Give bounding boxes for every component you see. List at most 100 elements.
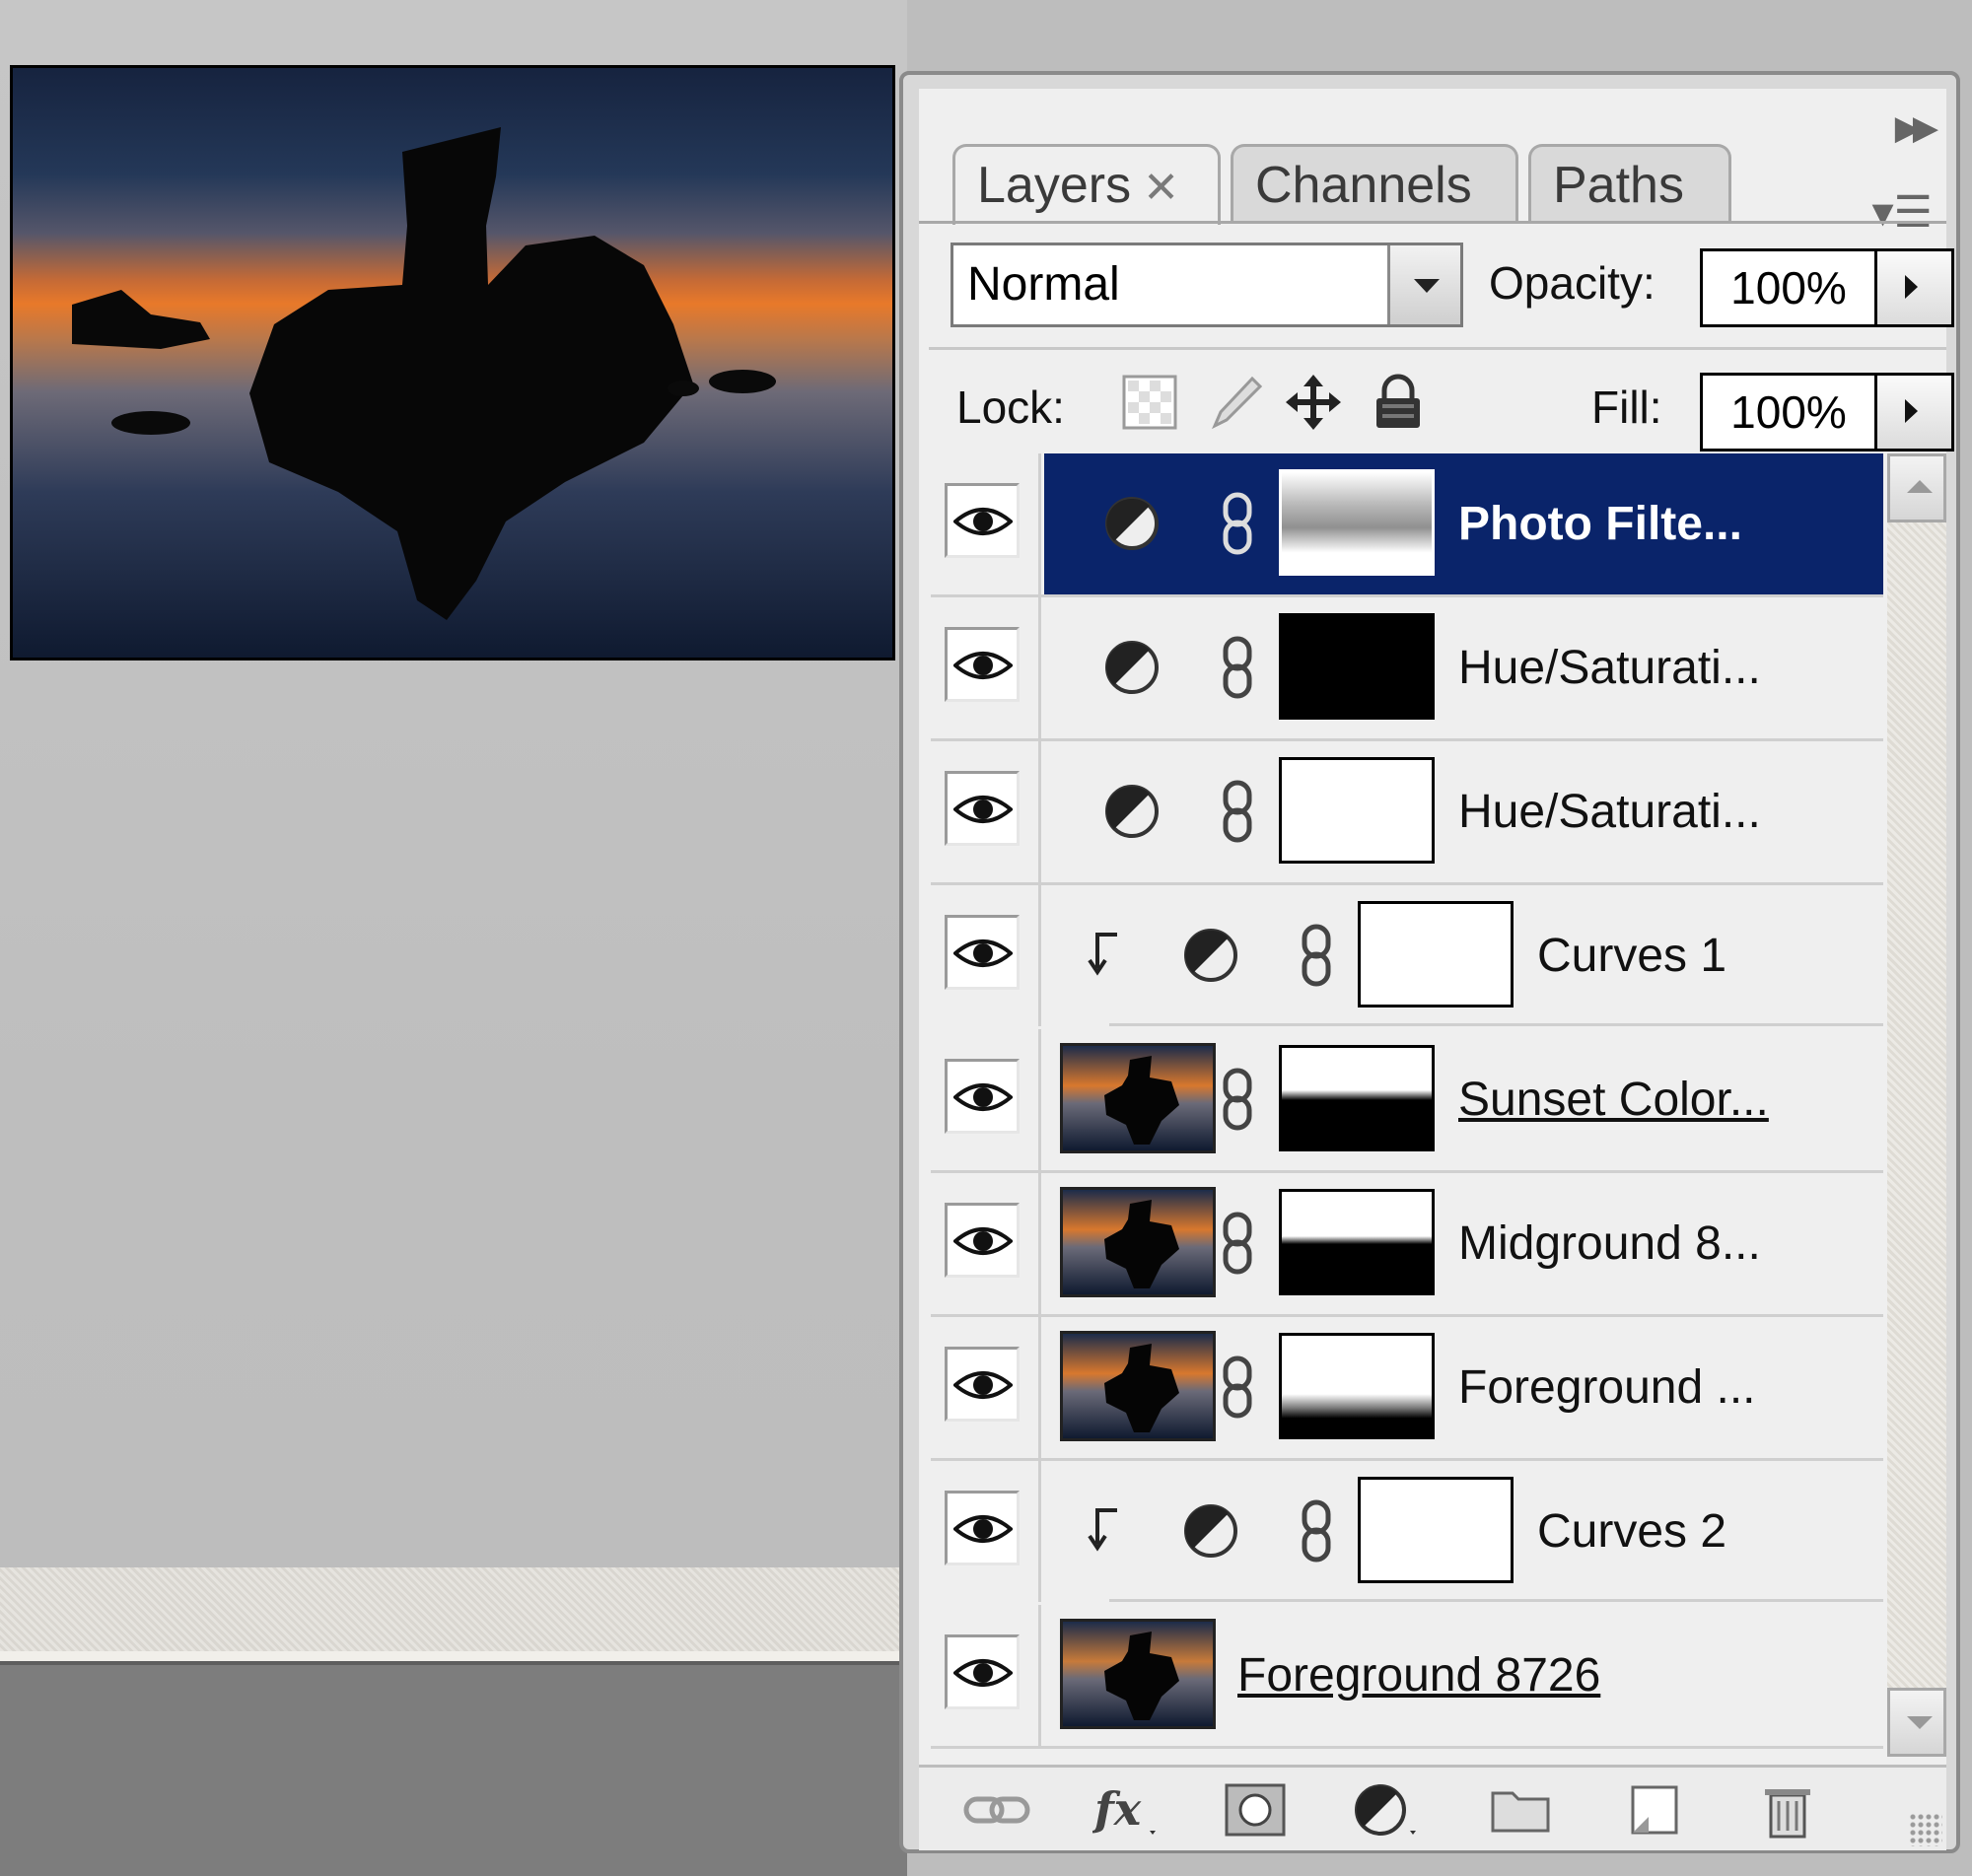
chain-link-icon[interactable] bbox=[1218, 1355, 1257, 1420]
trash-icon[interactable] bbox=[1753, 1779, 1822, 1841]
chain-link-icon[interactable] bbox=[1218, 1211, 1257, 1276]
layer-row-hue-saturation-2[interactable]: Hue/Saturati... bbox=[931, 741, 1883, 885]
eye-icon[interactable] bbox=[945, 1059, 1020, 1134]
layer-name[interactable]: Sunset Color... bbox=[1458, 1029, 1769, 1170]
eye-icon[interactable] bbox=[945, 915, 1020, 990]
layer-mask-thumbnail[interactable] bbox=[1279, 1045, 1435, 1151]
layer-row-curves-2[interactable]: Curves 2 bbox=[931, 1461, 1883, 1605]
new-adjustment-icon[interactable] bbox=[1351, 1779, 1420, 1841]
layer-name[interactable]: Photo Filte... bbox=[1458, 453, 1742, 594]
eye-icon[interactable] bbox=[945, 1491, 1020, 1565]
layer-name[interactable]: Curves 1 bbox=[1537, 885, 1726, 1026]
chain-link-icon[interactable] bbox=[1297, 923, 1336, 988]
new-group-icon[interactable] bbox=[1487, 1779, 1556, 1841]
lock-paint-icon[interactable] bbox=[1205, 373, 1264, 432]
layer-content: Hue/Saturati... bbox=[1044, 597, 1883, 738]
layer-mask-thumbnail[interactable] bbox=[1279, 757, 1435, 864]
layer-thumbnail[interactable] bbox=[1060, 1043, 1216, 1153]
chain-link-icon[interactable] bbox=[1218, 1067, 1257, 1132]
layers-panel: ▶▶ Layers ✕ Channels Paths ▾☰ Normal Opac… bbox=[899, 71, 1960, 1853]
layer-row-sunset-color[interactable]: Sunset Color... bbox=[931, 1029, 1883, 1173]
fill-label: Fill: bbox=[1591, 382, 1662, 433]
fill-slider-arrow-icon[interactable] bbox=[1877, 373, 1954, 452]
visibility-cell bbox=[931, 453, 1041, 594]
eye-icon[interactable] bbox=[945, 483, 1020, 558]
layer-name[interactable]: Foreground 8726 bbox=[1237, 1605, 1600, 1746]
link-layers-icon[interactable] bbox=[962, 1779, 1031, 1841]
layer-thumbnail[interactable] bbox=[1060, 1187, 1216, 1297]
chain-link-icon[interactable] bbox=[1218, 491, 1257, 556]
layer-content: Foreground 8726 bbox=[1044, 1605, 1883, 1746]
layer-mask-thumbnail[interactable] bbox=[1358, 901, 1514, 1007]
layer-mask-thumbnail[interactable] bbox=[1279, 1333, 1435, 1439]
layer-row-midground[interactable]: Midground 8... bbox=[931, 1173, 1883, 1317]
layer-row-photo-filter[interactable]: Photo Filte... bbox=[931, 453, 1883, 597]
layers-list: Photo Filte... Hue/Saturati... Hue/Satur… bbox=[931, 453, 1883, 1757]
layers-scrollbar[interactable] bbox=[1887, 453, 1946, 1757]
blend-mode-value: Normal bbox=[967, 258, 1120, 311]
chain-link-icon[interactable] bbox=[1297, 1498, 1336, 1563]
layer-name[interactable]: Midground 8... bbox=[1458, 1173, 1761, 1314]
scroll-up-button[interactable] bbox=[1887, 453, 1946, 522]
layer-name[interactable]: Hue/Saturati... bbox=[1458, 597, 1761, 738]
layer-name[interactable]: Foreground ... bbox=[1458, 1317, 1756, 1458]
layer-row-hue-saturation-1[interactable]: Hue/Saturati... bbox=[931, 597, 1883, 741]
status-area bbox=[0, 1661, 907, 1876]
eye-icon[interactable] bbox=[945, 771, 1020, 846]
adjustment-icon bbox=[1184, 1504, 1237, 1558]
lock-move-icon[interactable] bbox=[1284, 373, 1343, 432]
image-preview-sunset bbox=[10, 65, 895, 660]
eye-icon[interactable] bbox=[945, 1203, 1020, 1278]
new-layer-icon[interactable] bbox=[1619, 1779, 1688, 1841]
tab-channels[interactable]: Channels bbox=[1231, 144, 1518, 221]
document-workspace bbox=[0, 0, 907, 1876]
visibility-cell bbox=[931, 1317, 1041, 1458]
resize-grip-icon[interactable] bbox=[1909, 1813, 1942, 1846]
chain-link-icon[interactable] bbox=[1218, 779, 1257, 844]
layer-mask-thumbnail[interactable] bbox=[1279, 1189, 1435, 1295]
fx-icon[interactable]: fx bbox=[1092, 1779, 1162, 1841]
lock-transparent-icon[interactable] bbox=[1120, 373, 1179, 432]
canvas-background-strip bbox=[0, 1567, 907, 1651]
opacity-label: Opacity: bbox=[1489, 257, 1655, 309]
tab-layers[interactable]: Layers ✕ bbox=[952, 144, 1221, 225]
eye-icon[interactable] bbox=[945, 1347, 1020, 1422]
layer-mask-thumbnail[interactable] bbox=[1358, 1477, 1514, 1583]
eye-icon[interactable] bbox=[945, 627, 1020, 702]
opacity-slider-arrow-icon[interactable] bbox=[1877, 248, 1954, 327]
tab-divider bbox=[919, 221, 1946, 224]
layer-thumbnail[interactable] bbox=[1060, 1331, 1216, 1441]
chevron-down-icon[interactable] bbox=[1387, 245, 1460, 324]
layers-bottom-toolbar: fx bbox=[919, 1765, 1946, 1850]
opacity-input[interactable]: 100% bbox=[1700, 248, 1877, 327]
visibility-cell bbox=[931, 597, 1041, 738]
adjustment-icon bbox=[1184, 929, 1237, 982]
fill-input[interactable]: 100% bbox=[1700, 373, 1877, 452]
layer-name[interactable]: Curves 2 bbox=[1537, 1461, 1726, 1602]
collapse-icon[interactable]: ▶▶ bbox=[1895, 108, 1938, 148]
layer-content: Sunset Color... bbox=[1044, 1029, 1883, 1170]
layer-thumbnail[interactable] bbox=[1060, 1619, 1216, 1729]
layer-content: Foreground ... bbox=[1044, 1317, 1883, 1458]
lock-all-icon[interactable] bbox=[1369, 373, 1428, 432]
close-icon[interactable]: ✕ bbox=[1143, 164, 1179, 212]
clip-divider bbox=[1109, 1023, 1883, 1026]
panel-menu-icon[interactable]: ▾☰ bbox=[1871, 187, 1933, 238]
layer-content: Curves 2 bbox=[1044, 1461, 1883, 1602]
chain-link-icon[interactable] bbox=[1218, 635, 1257, 700]
add-mask-icon[interactable] bbox=[1221, 1779, 1290, 1841]
layer-mask-thumbnail[interactable] bbox=[1279, 469, 1435, 576]
tab-layers-label: Layers bbox=[977, 157, 1132, 214]
layer-row-foreground-masked[interactable]: Foreground ... bbox=[931, 1317, 1883, 1461]
scroll-down-button[interactable] bbox=[1887, 1688, 1946, 1757]
layer-mask-thumbnail[interactable] bbox=[1279, 613, 1435, 720]
blend-mode-select[interactable]: Normal bbox=[951, 243, 1463, 327]
tab-paths-label: Paths bbox=[1553, 157, 1684, 214]
visibility-cell bbox=[931, 741, 1041, 882]
layer-row-curves-1[interactable]: Curves 1 bbox=[931, 885, 1883, 1029]
tab-paths[interactable]: Paths bbox=[1528, 144, 1731, 221]
adjustment-icon bbox=[1105, 641, 1159, 694]
layer-row-foreground-8726[interactable]: Foreground 8726 bbox=[931, 1605, 1883, 1749]
layer-name[interactable]: Hue/Saturati... bbox=[1458, 741, 1761, 882]
eye-icon[interactable] bbox=[945, 1634, 1020, 1709]
